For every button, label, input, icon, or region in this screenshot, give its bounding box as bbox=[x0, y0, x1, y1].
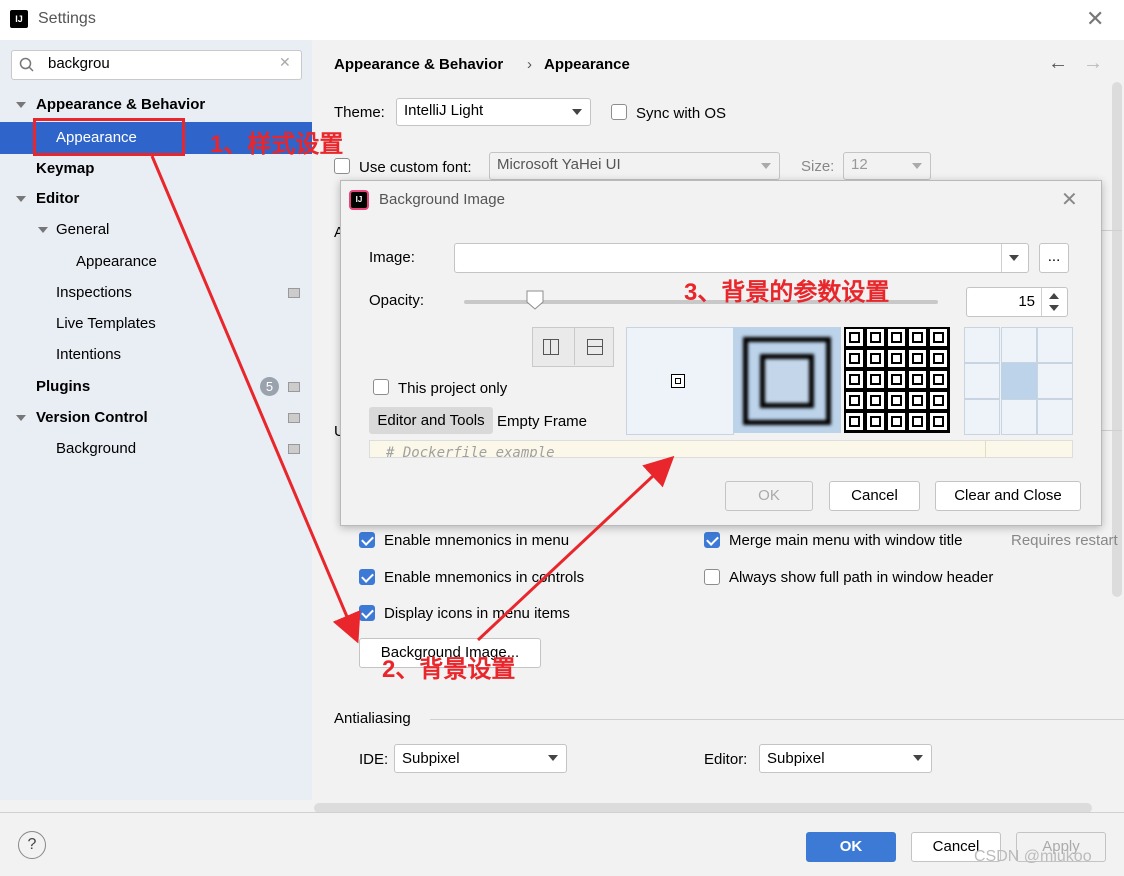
arrow-to-dialog bbox=[476, 455, 675, 642]
annotation-arrows bbox=[150, 155, 675, 644]
watermark: CSDN @miukoo bbox=[974, 848, 1092, 865]
arrow-to-background-button bbox=[150, 155, 361, 644]
